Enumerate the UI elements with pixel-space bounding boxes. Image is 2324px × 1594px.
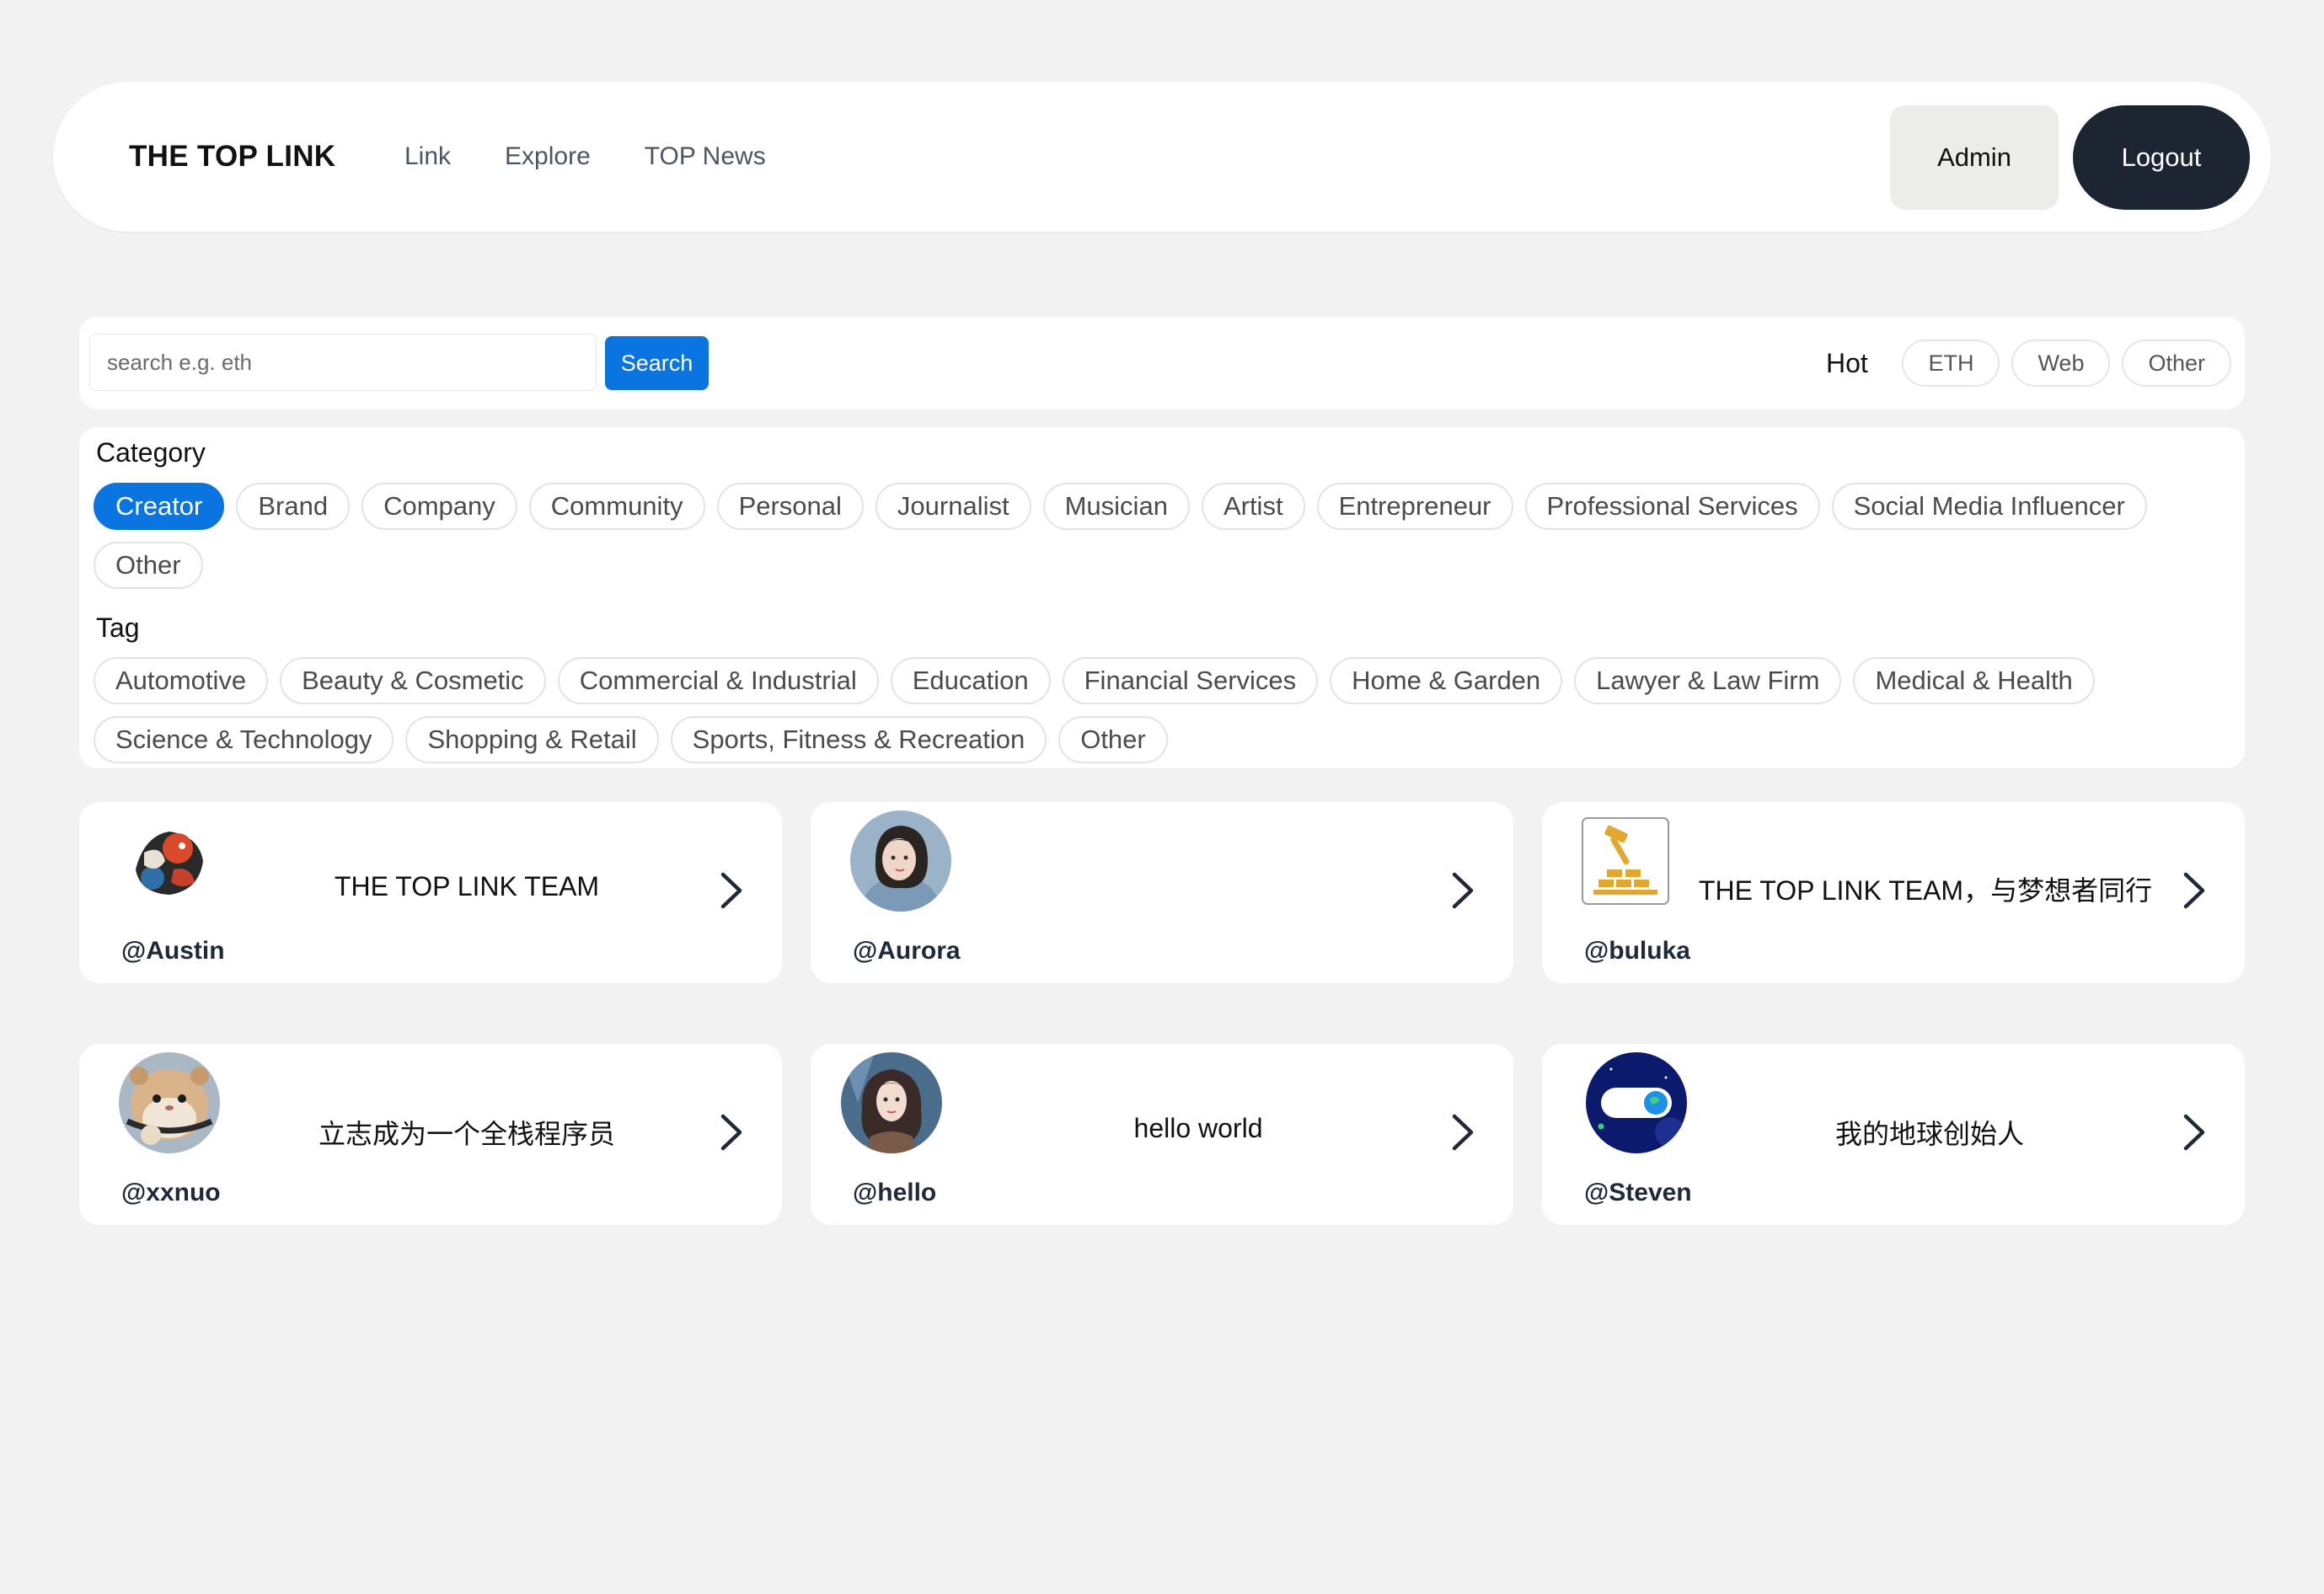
- portrait-art-avatar: [841, 1052, 942, 1153]
- builder-hammer-avatar: [1582, 817, 1669, 905]
- tag-pill-other[interactable]: Other: [1058, 716, 1168, 763]
- profile-card[interactable]: @Aurora: [811, 802, 1513, 983]
- tag-pill-science-technology[interactable]: Science & Technology: [94, 716, 394, 763]
- category-pill-social-media-influencer[interactable]: Social Media Influencer: [1831, 483, 2147, 530]
- hot-label: Hot: [1826, 347, 1868, 378]
- category-pill-company[interactable]: Company: [361, 483, 517, 530]
- main-nav: Link Explore TOP News: [404, 82, 766, 232]
- category-pill-creator[interactable]: Creator: [94, 483, 225, 530]
- profile-handle: @hello: [853, 1179, 937, 1206]
- chevron-right-icon: [2179, 1111, 2209, 1153]
- profile-handle: @Aurora: [853, 937, 961, 965]
- illustrated-koi-avatar: [119, 810, 220, 912]
- profile-handle: @xxnuo: [121, 1179, 221, 1206]
- portrait-photo-avatar: [850, 810, 951, 912]
- nav-explore[interactable]: Explore: [505, 142, 591, 171]
- nav-link[interactable]: Link: [404, 142, 451, 171]
- filter-panel: Category Creator Brand Company Community…: [79, 427, 2245, 768]
- profile-handle: @Austin: [121, 937, 225, 965]
- profile-card[interactable]: hello world @hello: [811, 1044, 1513, 1225]
- chevron-right-icon: [1448, 869, 1478, 912]
- search-input[interactable]: [89, 334, 597, 391]
- category-pill-list: Creator Brand Company Community Personal…: [94, 483, 2234, 589]
- chevron-right-icon: [2179, 869, 2209, 912]
- admin-button[interactable]: Admin: [1890, 105, 2059, 210]
- profile-bio: 立志成为一个全栈程序员: [318, 1119, 615, 1149]
- category-pill-entrepreneur[interactable]: Entrepreneur: [1316, 483, 1513, 530]
- category-pill-journalist[interactable]: Journalist: [875, 483, 1031, 530]
- category-pill-professional-services[interactable]: Professional Services: [1524, 483, 1820, 530]
- category-pill-musician[interactable]: Musician: [1042, 483, 1190, 530]
- tag-heading: Tag: [96, 612, 140, 643]
- tag-pill-education[interactable]: Education: [890, 657, 1051, 704]
- profile-bio: hello world: [1133, 1113, 1263, 1143]
- profile-card[interactable]: THE TOP LINK TEAM，与梦想者同行 @buluka: [1542, 802, 2245, 983]
- profile-card[interactable]: THE TOP LINK TEAM @Austin: [79, 802, 782, 983]
- hot-tag-other[interactable]: Other: [2122, 340, 2231, 387]
- search-bar: Search Hot ETH Web Other: [79, 317, 2245, 409]
- tag-pill-list: Automotive Beauty & Cosmetic Commercial …: [94, 657, 2234, 763]
- profile-handle: @buluka: [1584, 937, 1690, 965]
- tag-pill-lawyer-law-firm[interactable]: Lawyer & Law Firm: [1574, 657, 1842, 704]
- profile-bio: 我的地球创始人: [1834, 1119, 2024, 1149]
- category-pill-other[interactable]: Other: [94, 542, 203, 589]
- hot-tag-web[interactable]: Web: [2011, 340, 2111, 387]
- hamster-avatar: [119, 1052, 220, 1153]
- tag-pill-financial-services[interactable]: Financial Services: [1062, 657, 1319, 704]
- category-pill-personal[interactable]: Personal: [716, 483, 864, 530]
- top-nav-bar: THE TOP LINK Link Explore TOP News Admin…: [53, 82, 2271, 232]
- chevron-right-icon: [716, 1111, 747, 1153]
- chevron-right-icon: [716, 869, 747, 912]
- tag-pill-shopping-retail[interactable]: Shopping & Retail: [405, 716, 659, 763]
- profile-card[interactable]: 立志成为一个全栈程序员 @xxnuo: [79, 1044, 782, 1225]
- tag-pill-beauty-cosmetic[interactable]: Beauty & Cosmetic: [280, 657, 546, 704]
- category-pill-brand[interactable]: Brand: [236, 483, 351, 530]
- hot-tag-eth[interactable]: ETH: [1902, 340, 2000, 387]
- tag-pill-home-garden[interactable]: Home & Garden: [1330, 657, 1563, 704]
- chevron-right-icon: [1448, 1111, 1478, 1153]
- hot-tag-list: ETH Web Other: [1902, 340, 2231, 387]
- profile-bio: THE TOP LINK TEAM，与梦想者同行: [1698, 875, 2153, 906]
- tag-pill-medical-health[interactable]: Medical & Health: [1853, 657, 2095, 704]
- brand-logo[interactable]: THE TOP LINK: [129, 82, 335, 232]
- tag-pill-commercial-industrial[interactable]: Commercial & Industrial: [557, 657, 879, 704]
- profile-handle: @Steven: [1584, 1179, 1692, 1206]
- category-pill-community[interactable]: Community: [528, 483, 705, 530]
- earth-toggle-avatar: [1586, 1052, 1687, 1153]
- profile-card[interactable]: 我的地球创始人 @Steven: [1542, 1044, 2245, 1225]
- tag-pill-sports-fitness-recreation[interactable]: Sports, Fitness & Recreation: [670, 716, 1047, 763]
- profile-bio: THE TOP LINK TEAM: [334, 871, 600, 901]
- logout-button[interactable]: Logout: [2073, 105, 2250, 210]
- category-heading: Category: [96, 437, 206, 468]
- category-pill-artist[interactable]: Artist: [1201, 483, 1305, 530]
- tag-pill-automotive[interactable]: Automotive: [94, 657, 269, 704]
- search-button[interactable]: Search: [605, 336, 709, 390]
- nav-top-news[interactable]: TOP News: [645, 142, 766, 171]
